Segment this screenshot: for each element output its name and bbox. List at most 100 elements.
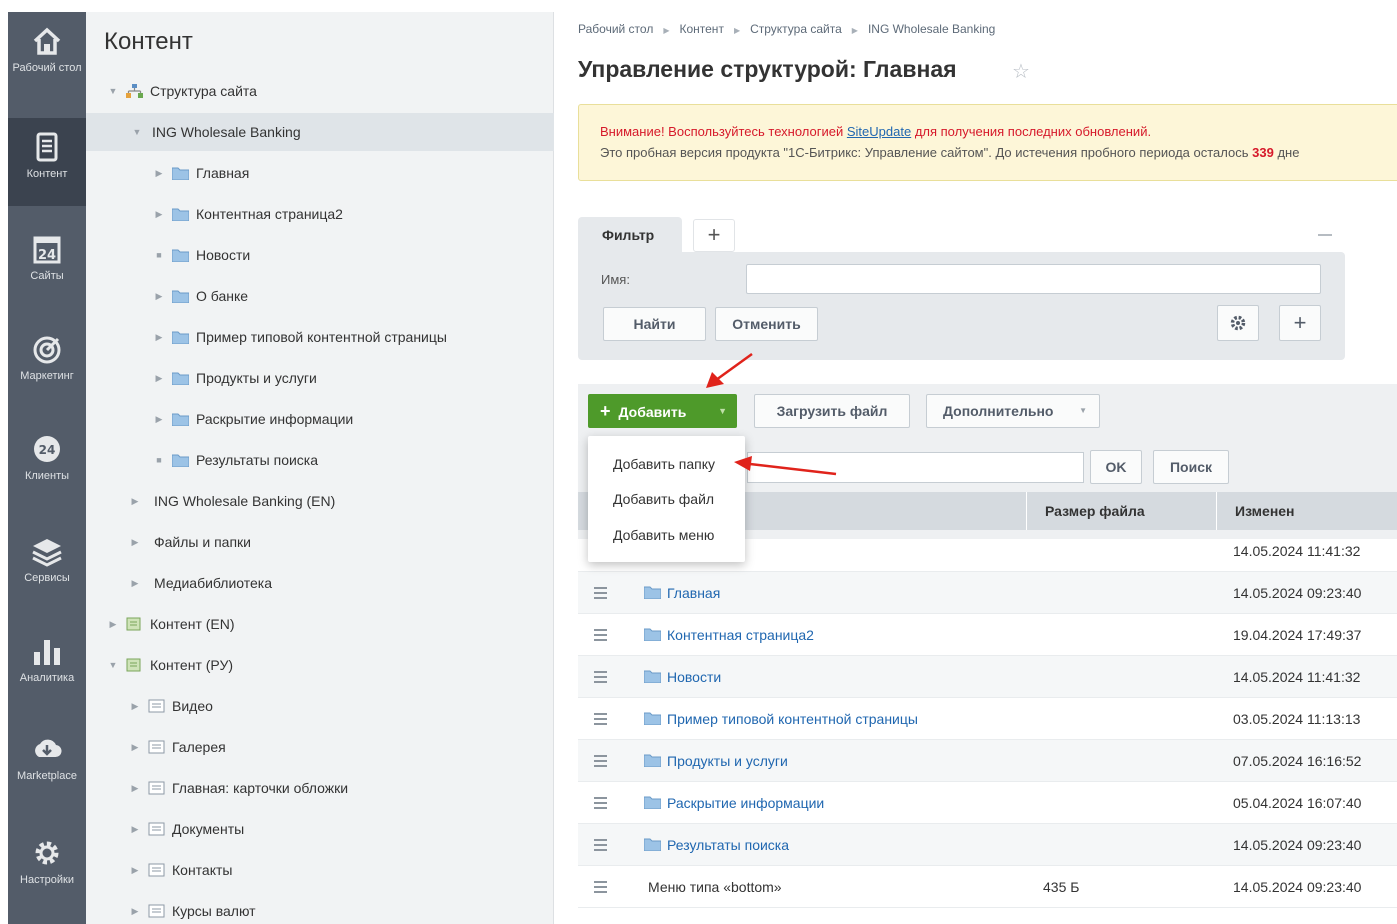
menu-item-add-menu[interactable]: Добавить меню — [613, 527, 714, 543]
tree-item-sample-page[interactable]: ▶ Пример типовой контентной страницы — [86, 318, 554, 356]
menu-item-clients[interactable]: 24 Клиенты — [8, 420, 86, 508]
expand-arrow-icon[interactable]: ▶ — [128, 865, 142, 876]
expand-arrow-icon[interactable]: ▶ — [152, 414, 166, 425]
expand-arrow-icon[interactable]: ▶ — [106, 619, 120, 630]
add-filter-field-button[interactable]: + — [1279, 305, 1321, 341]
table-row[interactable]: Меню типа «bottom» 435 Б 14.05.2024 09:2… — [578, 866, 1397, 908]
table-row[interactable]: Раскрытие информации 05.04.2024 16:07:40 — [578, 782, 1397, 824]
ok-button[interactable]: OK — [1090, 450, 1142, 484]
more-button[interactable]: Дополнительно ▼ — [926, 394, 1100, 428]
table-row[interactable]: Продукты и услуги 07.05.2024 16:16:52 — [578, 740, 1397, 782]
expand-arrow-icon[interactable]: ▶ — [152, 332, 166, 343]
expand-arrow-icon[interactable]: ▶ — [128, 496, 142, 507]
tree-item-site-structure[interactable]: ▼ Структура сайта — [86, 72, 554, 110]
menu-item-sites[interactable]: 24 Сайты — [8, 220, 86, 308]
row-menu-icon[interactable] — [594, 866, 608, 908]
expand-arrow-icon[interactable]: ▶ — [128, 906, 142, 917]
row-menu-icon[interactable] — [594, 824, 608, 866]
table-row[interactable]: Главная 14.05.2024 09:23:40 — [578, 572, 1397, 614]
tab-filter[interactable]: Фильтр — [578, 217, 682, 253]
row-menu-icon[interactable] — [594, 782, 608, 824]
collapse-filter-icon[interactable] — [1318, 234, 1332, 236]
tree-item-video[interactable]: ▶ Видео — [86, 687, 554, 725]
tree-item-gallery[interactable]: ▶ Галерея — [86, 728, 554, 766]
tree-item-search-results[interactable]: ■ Результаты поиска — [86, 441, 554, 479]
add-filter-tab-button[interactable]: + — [693, 219, 735, 252]
row-name-link[interactable]: Пример типовой контентной страницы — [644, 698, 918, 740]
filter-settings-button[interactable] — [1217, 305, 1259, 341]
menu-item-settings[interactable]: Настройки — [8, 824, 86, 912]
row-menu-icon[interactable] — [594, 698, 608, 740]
breadcrumb-link[interactable]: Структура сайта — [750, 22, 842, 36]
row-menu-icon[interactable] — [594, 656, 608, 698]
expand-arrow-icon[interactable]: ▼ — [106, 660, 120, 670]
row-menu-icon[interactable] — [594, 740, 608, 782]
row-name-link[interactable]: Продукты и услуги — [644, 740, 788, 782]
table-row[interactable]: Результаты поиска 14.05.2024 09:23:40 — [578, 824, 1397, 866]
expand-arrow-icon[interactable]: ▼ — [130, 127, 144, 137]
breadcrumb-link[interactable]: Рабочий стол — [578, 22, 653, 36]
tree-item-documents[interactable]: ▶ Документы — [86, 810, 554, 848]
row-menu-icon[interactable] — [594, 614, 608, 656]
search-button[interactable]: Поиск — [1153, 450, 1229, 484]
star-icon[interactable]: ☆ — [1012, 59, 1030, 84]
menu-item-content[interactable]: Контент — [8, 118, 86, 206]
row-name-link[interactable]: Результаты поиска — [644, 824, 789, 866]
menu-item-add-folder[interactable]: Добавить папку — [613, 456, 715, 472]
menu-item-add-file[interactable]: Добавить файл — [613, 491, 714, 507]
list-icon — [148, 822, 165, 836]
add-button[interactable]: + Добавить ▼ — [588, 394, 737, 428]
expand-arrow-icon[interactable]: ▶ — [128, 742, 142, 753]
tree-item-news[interactable]: ■ Новости — [86, 236, 554, 274]
tree-item-ing-wholesale-en[interactable]: ▶ ING Wholesale Banking (EN) — [86, 482, 554, 520]
tree-item-medialibrary[interactable]: ▶ Медиабиблиотека — [86, 564, 554, 602]
table-row[interactable]: Контентная страница2 19.04.2024 17:49:37 — [578, 614, 1397, 656]
tree-item-content-en[interactable]: ▶ Контент (EN) — [86, 605, 554, 643]
expand-arrow-icon[interactable]: ▶ — [152, 168, 166, 179]
row-menu-icon[interactable] — [594, 572, 608, 614]
find-button[interactable]: Найти — [603, 307, 706, 341]
tree-item-currency-rates[interactable]: ▶ Курсы валют — [86, 892, 554, 924]
row-name-link[interactable]: Главная — [644, 572, 720, 614]
expand-arrow-icon[interactable]: ▶ — [128, 537, 142, 548]
menu-item-desktop[interactable]: Рабочий стол — [8, 12, 86, 100]
expand-arrow-icon[interactable]: ▶ — [128, 783, 142, 794]
expand-arrow-icon[interactable]: ▶ — [152, 209, 166, 220]
row-name-link[interactable]: Меню типа «bottom» — [648, 866, 782, 908]
quick-search-input[interactable] — [747, 452, 1084, 483]
row-name-link[interactable]: Контентная страница2 — [644, 614, 814, 656]
row-name: Результаты поиска — [667, 837, 790, 853]
menu-item-services[interactable]: Сервисы — [8, 522, 86, 610]
tree-item-content-ru[interactable]: ▼ Контент (РУ) — [86, 646, 554, 684]
row-name-link[interactable]: Раскрытие информации — [644, 782, 824, 824]
table-row[interactable]: Пример типовой контентной страницы 03.05… — [578, 698, 1397, 740]
expand-arrow-icon[interactable]: ▶ — [152, 373, 166, 384]
tree-item-about[interactable]: ▶ О банке — [86, 277, 554, 315]
column-header-modified[interactable]: Изменен — [1216, 492, 1397, 530]
expand-arrow-icon[interactable]: ▶ — [128, 824, 142, 835]
expand-arrow-icon[interactable]: ▶ — [152, 291, 166, 302]
upload-file-button[interactable]: Загрузить файл — [754, 394, 910, 428]
tree-item-disclosure[interactable]: ▶ Раскрытие информации — [86, 400, 554, 438]
tree-item-products[interactable]: ▶ Продукты и услуги — [86, 359, 554, 397]
table-row[interactable]: Новости 14.05.2024 11:41:32 — [578, 656, 1397, 698]
folder-icon — [172, 331, 189, 344]
row-name-link[interactable]: Новости — [644, 656, 721, 698]
breadcrumb-link[interactable]: Контент — [679, 22, 723, 36]
cancel-button[interactable]: Отменить — [715, 307, 818, 341]
tree-item-files-folders[interactable]: ▶ Файлы и папки — [86, 523, 554, 561]
menu-item-analytics[interactable]: Аналитика — [8, 622, 86, 710]
tree-item-cover-cards[interactable]: ▶ Главная: карточки обложки — [86, 769, 554, 807]
expand-arrow-icon[interactable]: ▼ — [106, 86, 120, 96]
expand-arrow-icon[interactable]: ▶ — [128, 701, 142, 712]
menu-item-marketing[interactable]: Маркетинг — [8, 320, 86, 408]
tree-item-content-page2[interactable]: ▶ Контентная страница2 — [86, 195, 554, 233]
column-header-size[interactable]: Размер файла — [1026, 492, 1216, 530]
tree-item-main[interactable]: ▶ Главная — [86, 154, 554, 192]
tree-item-contacts[interactable]: ▶ Контакты — [86, 851, 554, 889]
expand-arrow-icon[interactable]: ▶ — [128, 578, 142, 589]
menu-item-marketplace[interactable]: Marketplace — [8, 720, 86, 808]
tree-item-ing-wholesale[interactable]: ▼ ING Wholesale Banking — [86, 113, 554, 151]
filter-name-input[interactable] — [746, 264, 1321, 294]
siteupdate-link[interactable]: SiteUpdate — [847, 124, 911, 139]
